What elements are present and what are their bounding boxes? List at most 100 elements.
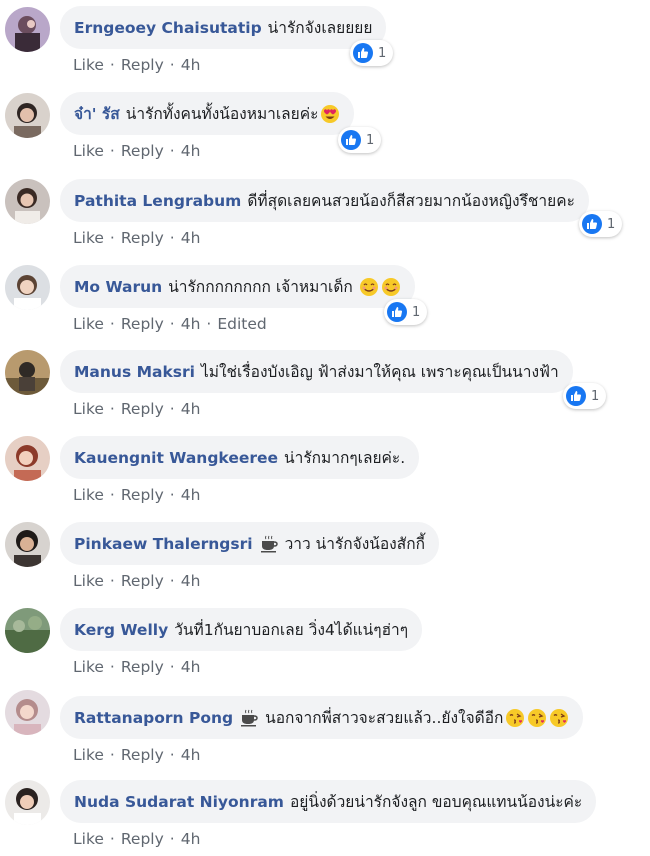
avatar[interactable] xyxy=(5,350,50,395)
avatar[interactable] xyxy=(5,522,50,567)
separator: · xyxy=(169,315,175,333)
comment-bubble: Kerg Welly วันที่1กันยาบอกเลย วิ่ง4ได้แน… xyxy=(60,608,423,651)
reply-link[interactable]: Reply xyxy=(121,572,164,590)
avatar[interactable] xyxy=(5,436,50,481)
comment-text: น่ารักกกกกกกก เจ้าหมาเด็ก xyxy=(168,278,353,296)
comment-author[interactable]: Kauengnit Wangkeeree xyxy=(74,449,278,467)
comment-author[interactable]: Pathita Lengrabum xyxy=(74,192,241,210)
reply-link[interactable]: Reply xyxy=(121,658,164,676)
comment-bubble: Kauengnit Wangkeeree น่ารักมากๆเลยค่ะ. xyxy=(60,436,420,479)
comment-text: วันที่1กันยาบอกเลย วิ่ง4ได้แน่ๆฮ่าๆ xyxy=(174,621,409,639)
like-link[interactable]: Like xyxy=(73,746,104,764)
comment-text: น่ารักจังเลยยยย xyxy=(267,19,373,37)
comment-bubble: Erngeoey Chaisutatip น่ารักจังเลยยยย xyxy=(60,6,387,49)
reply-link[interactable]: Reply xyxy=(121,830,164,848)
comment-bubble: Rattanaporn Pong นอกจากพี่สาวจะสวยแล้ว..… xyxy=(60,696,584,739)
timestamp[interactable]: 4h xyxy=(181,142,201,160)
separator: · xyxy=(169,572,175,590)
comment-author[interactable]: Pinkaew Thalerngsri xyxy=(74,535,253,553)
reply-link[interactable]: Reply xyxy=(121,315,164,333)
like-link[interactable]: Like xyxy=(73,229,104,247)
comment-actions: Like · Reply · 4h xyxy=(73,229,200,247)
reaction-badge[interactable]: 1 xyxy=(579,211,623,237)
coffee-icon xyxy=(241,709,258,726)
separator: · xyxy=(109,658,115,676)
reaction-badge[interactable]: 1 xyxy=(338,127,382,153)
reaction-badge[interactable]: 1 xyxy=(384,299,428,325)
avatar[interactable] xyxy=(5,7,50,52)
separator: · xyxy=(109,486,115,504)
comment-text: น่ารักทั้งคนทั้งน้องหมาเลยค่ะ xyxy=(125,105,319,123)
separator: · xyxy=(169,400,175,418)
reaction-badge[interactable]: 1 xyxy=(563,383,607,409)
reply-link[interactable]: Reply xyxy=(121,486,164,504)
comment-actions: Like · Reply · 4h · Edited xyxy=(73,315,267,333)
timestamp[interactable]: 4h xyxy=(181,746,201,764)
heart-eyes-emoji xyxy=(321,104,340,123)
like-link[interactable]: Like xyxy=(73,658,104,676)
like-link[interactable]: Like xyxy=(73,572,104,590)
like-reaction-icon xyxy=(582,214,602,234)
comment-author[interactable]: Mo Warun xyxy=(74,278,162,296)
edited-label[interactable]: Edited xyxy=(217,315,266,333)
comment-bubble: Manus Maksri ไม่ใช่เรื่องบังเอิญ ฟ้าส่งม… xyxy=(60,350,573,393)
like-link[interactable]: Like xyxy=(73,56,104,74)
reaction-count: 1 xyxy=(607,216,616,232)
smile-emoji xyxy=(359,277,378,296)
separator: · xyxy=(169,830,175,848)
comment-author[interactable]: จ๋า' รัส xyxy=(74,101,120,126)
timestamp[interactable]: 4h xyxy=(181,400,201,418)
comment-actions: Like · Reply · 4h xyxy=(73,830,200,848)
reaction-count: 1 xyxy=(366,132,375,148)
reaction-count: 1 xyxy=(591,388,600,404)
timestamp[interactable]: 4h xyxy=(181,229,201,247)
comment-bubble: Pathita Lengrabum ดีที่สุดเลยคนสวยน้องก็… xyxy=(60,179,589,222)
like-reaction-icon xyxy=(353,43,373,63)
reply-link[interactable]: Reply xyxy=(121,229,164,247)
like-link[interactable]: Like xyxy=(73,400,104,418)
separator: · xyxy=(109,400,115,418)
comment-bubble: Pinkaew Thalerngsri วาว น่ารักจังน้องสัก… xyxy=(60,522,439,565)
comment-actions: Like · Reply · 4h xyxy=(73,746,200,764)
reaction-badge[interactable]: 1 xyxy=(350,40,394,66)
separator: · xyxy=(109,746,115,764)
timestamp[interactable]: 4h xyxy=(181,658,201,676)
timestamp[interactable]: 4h xyxy=(181,56,201,74)
avatar[interactable] xyxy=(5,179,50,224)
comment-author[interactable]: Rattanaporn Pong xyxy=(74,709,233,727)
separator: · xyxy=(169,142,175,160)
like-link[interactable]: Like xyxy=(73,830,104,848)
reply-link[interactable]: Reply xyxy=(121,400,164,418)
timestamp[interactable]: 4h xyxy=(181,572,201,590)
separator: · xyxy=(109,229,115,247)
timestamp[interactable]: 4h xyxy=(181,486,201,504)
like-link[interactable]: Like xyxy=(73,142,104,160)
avatar[interactable] xyxy=(5,93,50,138)
avatar[interactable] xyxy=(5,690,50,735)
comment-author[interactable]: Nuda Sudarat Niyonram xyxy=(74,793,284,811)
comment-actions: Like · Reply · 4h xyxy=(73,658,200,676)
like-link[interactable]: Like xyxy=(73,486,104,504)
kiss-emoji xyxy=(528,708,547,727)
like-link[interactable]: Like xyxy=(73,315,104,333)
comment-bubble: Mo Warun น่ารักกกกกกกก เจ้าหมาเด็ก xyxy=(60,265,415,308)
comment-author[interactable]: Erngeoey Chaisutatip xyxy=(74,19,262,37)
comment-text: ดีที่สุดเลยคนสวยน้องก็สีสวยมากน้องหญิงรึ… xyxy=(247,192,575,210)
avatar[interactable] xyxy=(5,608,50,653)
avatar[interactable] xyxy=(5,780,50,825)
comment-text: อยู่นิ่งด้วยน่ารักจังลูก ขอบคุณแทนน้องน่… xyxy=(289,793,583,811)
timestamp[interactable]: 4h xyxy=(181,315,201,333)
separator: · xyxy=(109,142,115,160)
comment-author[interactable]: Manus Maksri xyxy=(74,363,195,381)
reply-link[interactable]: Reply xyxy=(121,56,164,74)
comment-bubble: Nuda Sudarat Niyonram อยู่นิ่งด้วยน่ารัก… xyxy=(60,780,597,823)
separator: · xyxy=(206,315,212,333)
like-reaction-icon xyxy=(566,386,586,406)
reply-link[interactable]: Reply xyxy=(121,746,164,764)
comment-author[interactable]: Kerg Welly xyxy=(74,621,168,639)
separator: · xyxy=(109,572,115,590)
reply-link[interactable]: Reply xyxy=(121,142,164,160)
avatar[interactable] xyxy=(5,265,50,310)
timestamp[interactable]: 4h xyxy=(181,830,201,848)
separator: · xyxy=(109,315,115,333)
